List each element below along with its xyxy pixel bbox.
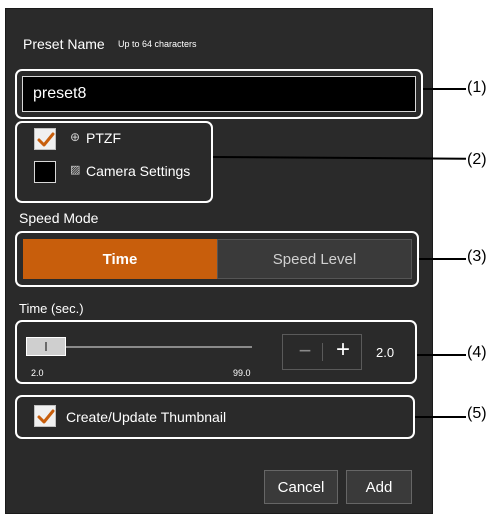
speed-mode-label: Speed Mode xyxy=(19,210,99,226)
slider-min-label: 2.0 xyxy=(31,368,44,378)
callout-label-3: (3) xyxy=(467,248,487,265)
callout-label-5: (5) xyxy=(467,405,487,422)
ptzf-checkbox[interactable] xyxy=(34,128,56,150)
camera-settings-checkbox[interactable] xyxy=(34,161,56,183)
time-label: Time (sec.) xyxy=(19,301,84,316)
checkmark-icon xyxy=(37,409,55,424)
callout-label-2: (2) xyxy=(467,151,487,168)
preset-name-hint: Up to 64 characters xyxy=(118,39,197,49)
thumbnail-label: Create/Update Thumbnail xyxy=(66,409,227,425)
decrement-button[interactable]: − xyxy=(293,338,317,364)
slider-max-label: 99.0 xyxy=(233,368,251,378)
add-button[interactable]: Add xyxy=(346,470,412,504)
ptzf-label: PTZF xyxy=(86,130,121,146)
preset-name-input[interactable]: preset8 xyxy=(22,76,416,112)
time-value: 2.0 xyxy=(376,345,395,360)
leader-line-4 xyxy=(417,354,466,356)
speed-mode-speed-level-tab[interactable]: Speed Level xyxy=(217,239,412,279)
camera-settings-icon: ▨ xyxy=(70,164,81,176)
leader-line-3 xyxy=(419,258,466,260)
checkmark-icon xyxy=(37,132,55,147)
time-slider-track[interactable] xyxy=(34,346,252,348)
speed-mode-time-tab[interactable]: Time xyxy=(23,239,217,279)
ptzf-icon: ⊕ xyxy=(70,130,81,144)
leader-line-1 xyxy=(423,88,466,90)
time-slider-thumb[interactable] xyxy=(26,337,66,356)
thumbnail-checkbox[interactable] xyxy=(34,405,56,427)
increment-button[interactable]: + xyxy=(331,336,355,364)
cancel-button[interactable]: Cancel xyxy=(264,470,338,504)
camera-settings-label: Camera Settings xyxy=(86,163,191,179)
slider-grip xyxy=(45,342,47,351)
stepper-divider xyxy=(322,343,323,361)
callout-label-1: (1) xyxy=(467,79,487,96)
preset-name-label: Preset Name xyxy=(23,36,105,52)
leader-line-5 xyxy=(415,416,466,418)
callout-label-4: (4) xyxy=(467,344,487,361)
